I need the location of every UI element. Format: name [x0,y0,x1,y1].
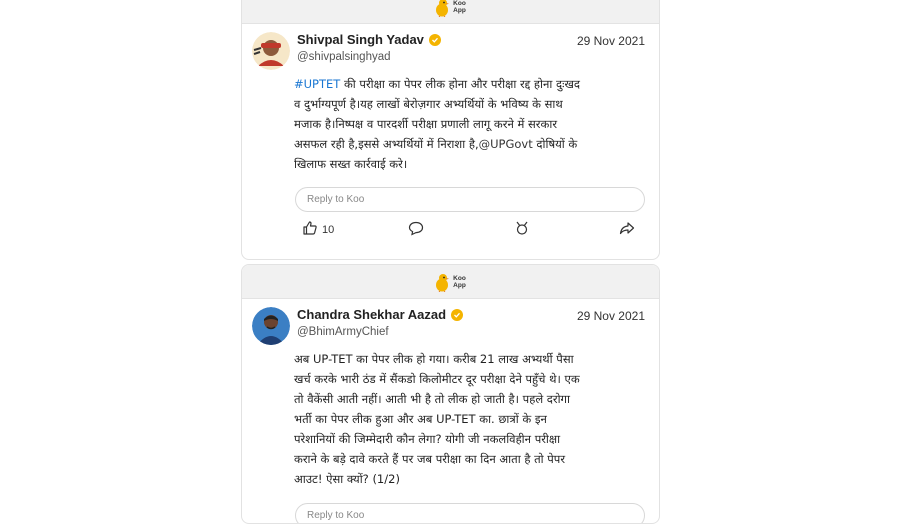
post-date: 29 Nov 2021 [576,34,645,48]
author-name-text[interactable]: Shivpal Singh Yadav [297,32,424,47]
koo-app-header: Koo App [242,265,659,299]
post-author-row: Shivpal Singh Yadav @shivpalsinghyad 29 … [242,24,659,72]
comment-bubble-icon [408,220,424,239]
reply-input[interactable]: Reply to Koo [295,503,645,523]
like-button[interactable]: 10 [302,220,334,239]
author-name[interactable]: Shivpal Singh Yadav [297,32,441,47]
koo-app-wordmark: Koo App [453,274,466,289]
post-text-line: दोषियों के [532,137,578,151]
author-handle[interactable]: @shivpalsinghyad [297,51,391,63]
post-text-line: खिलाफ सख्त कार्रवाई करे। [294,157,408,171]
author-name[interactable]: Chandra Shekhar Aazad [297,307,464,322]
thumbs-up-icon [302,220,318,239]
reply-input[interactable]: Reply to Koo [295,187,645,212]
koo-post-card: Koo App Shivpal Singh Yadav @shivpalsingh… [241,0,660,260]
post-text-line: तो वैकेंसी आती नहीं। आती भी है तो लीक हो… [294,392,571,406]
author-name-text[interactable]: Chandra Shekhar Aazad [297,307,446,322]
koo-app-wordmark: Koo App [453,0,466,14]
mention-link[interactable]: @UPGovt [479,137,533,151]
post-text-line: व दुर्भाग्यपूर्ण है।यह लाखों बेरोज़गार अ… [294,97,563,111]
koo-bird-logo-icon [435,0,450,17]
verified-badge-icon [451,308,464,321]
post-text: अब UP-TET का पेपर लीक हो गया। करीब 21 ला… [242,349,659,489]
share-button[interactable] [619,220,635,239]
author-handle[interactable]: @BhimArmyChief [297,326,389,338]
koo-post-card: Koo App Chandra Shekhar Aazad @BhimArmyCh… [241,264,660,524]
post-actions: 10 [242,220,659,250]
post-text-line: अब UP-TET का पेपर लीक हो गया। करीब 21 ला… [294,352,574,366]
post-text-line: असफल रही है,इससे अभ्यर्थियों में निराशा … [294,137,479,151]
post-text-line: परेशानियों की जिम्मेदारी कौन लेगा? योगी … [294,432,561,446]
post-date: 29 Nov 2021 [576,309,645,323]
post-text-line: मजाक है।निष्पक्ष व पारदर्शी परीक्षा प्रण… [294,117,558,131]
rekoo-icon [514,220,530,239]
post-text-line: कराने के बड़े दावे करते हैं पर जब परीक्ष… [294,452,566,466]
post-text-line: की परीक्षा का पेपर लीक होना और परीक्षा र… [340,77,580,91]
post-text-line: भर्ती का पेपर लीक हुआ और अब UP-TET का. छ… [294,412,547,426]
hashtag-link[interactable]: #UPTET [294,77,340,91]
post-text-line: आउट! ऐसा क्यों? (1/2) [294,472,400,486]
koo-app-header: Koo App [242,0,659,24]
share-arrow-icon [619,220,635,239]
comment-button[interactable] [408,220,424,239]
like-count: 10 [322,223,335,236]
reply-placeholder: Reply to Koo [307,194,365,205]
avatar[interactable] [252,307,290,345]
avatar[interactable] [252,32,290,70]
rekoo-button[interactable] [514,220,530,239]
reply-placeholder: Reply to Koo [307,510,365,521]
post-text-line: खर्च करके भारी ठंड में सैंकडो किलोमीटर द… [294,372,580,386]
post-author-row: Chandra Shekhar Aazad @BhimArmyChief 29 … [242,299,659,347]
verified-badge-icon [428,33,441,46]
post-text: #UPTET की परीक्षा का पेपर लीक होना और पर… [242,74,659,174]
koo-bird-logo-icon [435,272,450,292]
